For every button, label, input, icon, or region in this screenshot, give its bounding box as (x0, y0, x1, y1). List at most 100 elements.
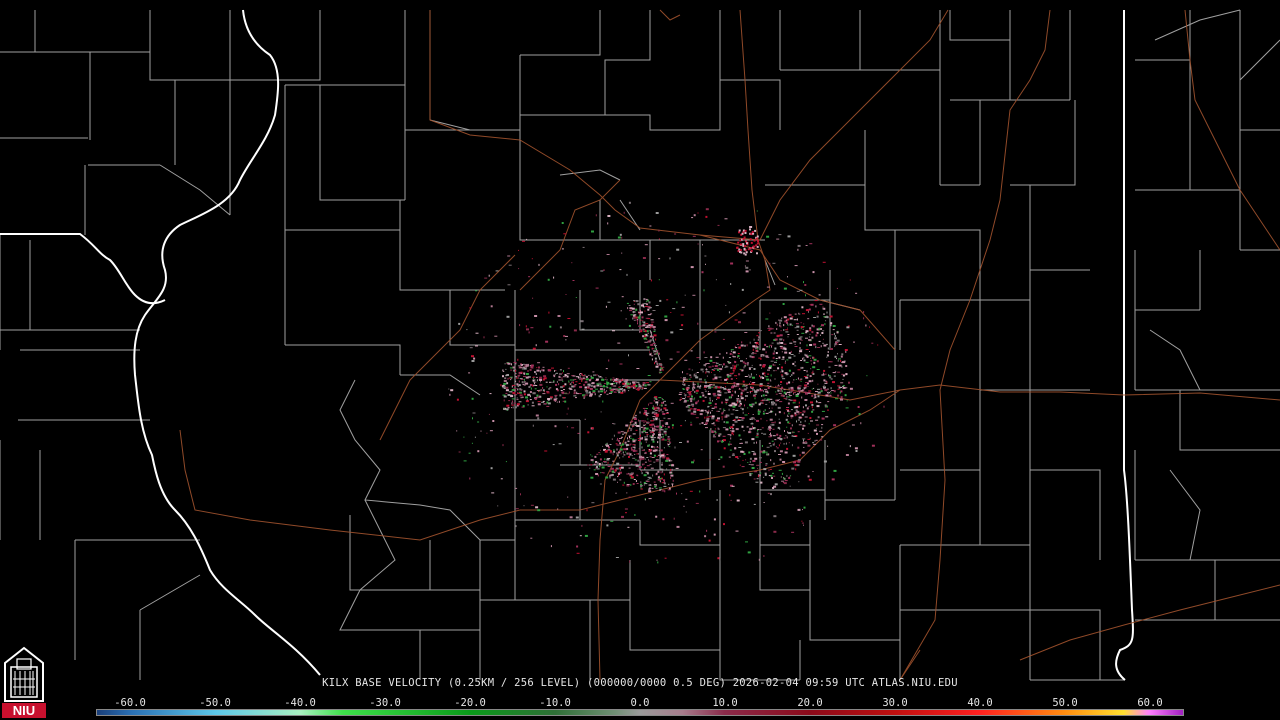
radar-echo (511, 402, 513, 405)
radar-echo (754, 229, 757, 232)
radar-echo (544, 391, 545, 393)
radar-echo (626, 447, 629, 450)
radar-echo (683, 377, 686, 378)
radar-echo (748, 376, 751, 378)
radar-echo (741, 425, 744, 428)
radar-echo (592, 461, 594, 463)
radar-echo (719, 371, 721, 373)
radar-echo (818, 327, 821, 330)
radar-echo (738, 373, 740, 375)
radar-echo (823, 384, 825, 386)
radar-echo (797, 377, 799, 380)
radar-echo (644, 298, 646, 300)
radar-echo (809, 437, 811, 439)
radar-echo (558, 383, 560, 386)
radar-echo (654, 410, 658, 411)
radar-echo (654, 430, 655, 432)
radar-echo (800, 360, 803, 361)
radar-echo (448, 388, 450, 390)
radar-echo (625, 386, 628, 388)
radar-echo (795, 323, 799, 325)
radar-echo (505, 461, 507, 463)
radar-echo (649, 225, 652, 227)
radar-echo (708, 385, 711, 388)
radar-echo (537, 401, 541, 403)
radar-echo (655, 414, 659, 417)
radar-echo (866, 375, 868, 377)
radar-echo (655, 515, 658, 518)
radar-echo (531, 405, 535, 407)
radar-echo (518, 268, 520, 270)
radar-echo (749, 238, 752, 241)
radar-echo (744, 441, 748, 444)
radar-echo (742, 238, 745, 241)
radar-echo (705, 368, 707, 370)
radar-echo (662, 399, 664, 401)
radar-echo (644, 330, 647, 333)
radar-echo (833, 375, 836, 377)
radar-echo (661, 454, 664, 457)
radar-echo (702, 371, 704, 373)
radar-echo (767, 382, 770, 384)
radar-echo (753, 368, 756, 370)
radar-echo (661, 366, 665, 368)
radar-echo (522, 366, 525, 368)
radar-echo (583, 383, 586, 386)
radar-echo (546, 386, 548, 388)
radar-echo (756, 419, 759, 422)
radar-echo (697, 212, 699, 214)
radar-echo (754, 342, 757, 344)
radar-echo (568, 387, 572, 389)
radar-echo (606, 458, 610, 461)
radar-echo (477, 450, 480, 453)
radar-echo (575, 393, 579, 395)
radar-echo (754, 427, 756, 429)
radar-echo (503, 395, 507, 398)
radar-echo (749, 391, 751, 394)
radar-echo (554, 396, 557, 398)
radar-echo (667, 442, 669, 444)
radar-echo (814, 439, 816, 442)
radar-echo (739, 400, 741, 403)
radar-echo (758, 332, 761, 334)
radar-echo (794, 412, 797, 415)
radar-echo (812, 370, 814, 373)
radar-echo (743, 430, 745, 432)
radar-echo (628, 452, 630, 454)
radar-echo (694, 383, 696, 385)
radar-echo (802, 509, 803, 511)
radar-echo (770, 424, 772, 426)
radar-echo (535, 376, 538, 378)
radar-echo (572, 280, 575, 281)
radar-echo (709, 397, 711, 400)
radar-echo (637, 459, 639, 462)
radar-echo (752, 376, 755, 379)
radar-echo (637, 311, 639, 313)
radar-echo (834, 364, 838, 366)
radar-echo (743, 252, 746, 255)
radar-echo (507, 255, 511, 257)
radar-echo (608, 383, 612, 385)
radar-echo (616, 452, 618, 455)
radar-echo (740, 419, 744, 421)
radar-echo (794, 414, 796, 417)
radar-echo (635, 429, 638, 431)
radar-echo (559, 376, 561, 378)
radar-echo (634, 514, 636, 516)
radar-echo (821, 426, 823, 429)
radar-echo (530, 537, 533, 539)
radar-echo (649, 452, 652, 455)
scale-label: 10.0 (712, 697, 738, 709)
radar-echo (780, 381, 783, 383)
radar-echo (705, 215, 708, 218)
radar-echo (639, 411, 641, 414)
radar-echo (783, 343, 787, 345)
radar-echo (711, 410, 713, 412)
radar-echo (565, 335, 568, 337)
radar-echo (762, 377, 765, 379)
radar-echo (806, 370, 808, 373)
radar-echo (807, 318, 810, 320)
radar-echo (669, 441, 672, 443)
radar-echo (632, 433, 636, 435)
radar-echo (772, 487, 775, 489)
